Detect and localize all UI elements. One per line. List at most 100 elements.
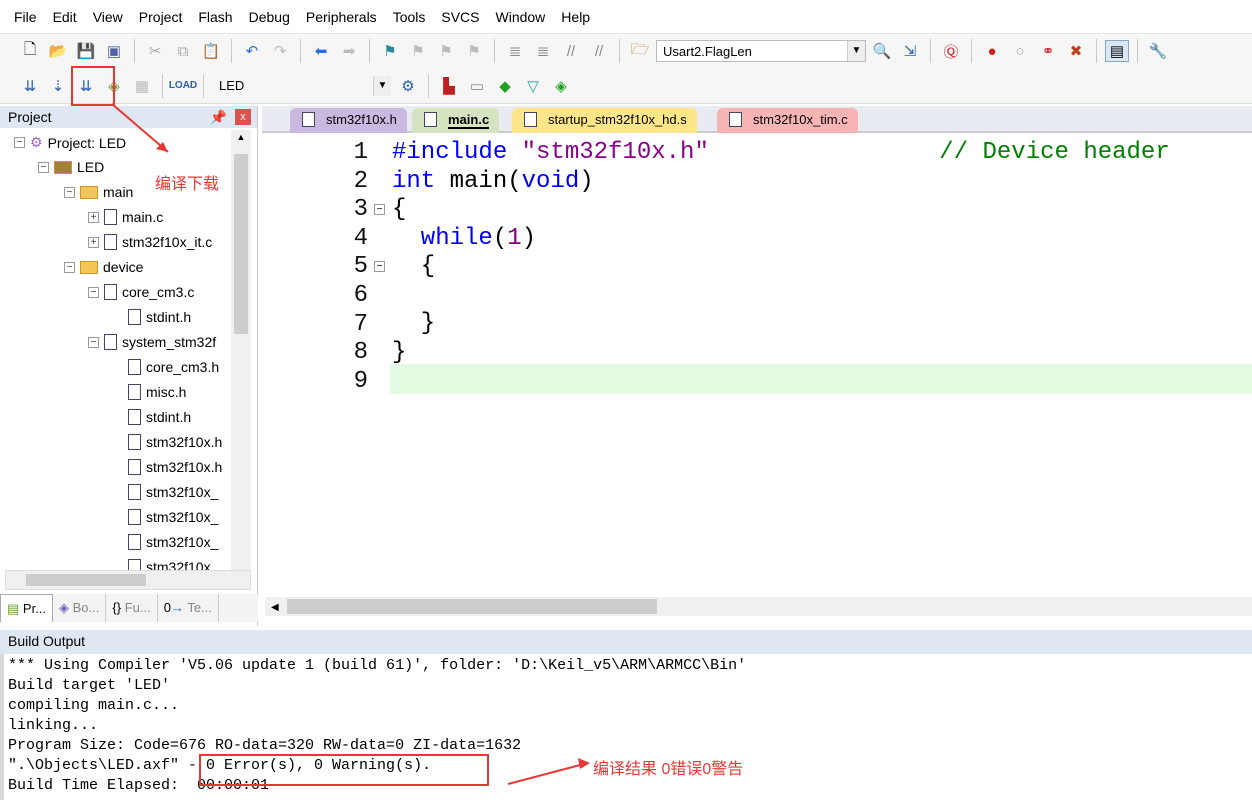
menu-debug[interactable]: Debug xyxy=(241,9,298,25)
tree-item[interactable]: − device xyxy=(64,259,143,275)
undo-icon[interactable]: ↶ xyxy=(240,40,264,62)
tree-item[interactable]: misc.h xyxy=(112,384,186,400)
fold-toggle[interactable]: − xyxy=(374,204,385,215)
tab-startup-stm32f10x-hd-s[interactable]: startup_stm32f10x_hd.s xyxy=(512,108,697,133)
fold-toggle[interactable]: − xyxy=(374,261,385,272)
copy-icon[interactable]: ⧉ xyxy=(171,40,195,62)
window-layout-icon[interactable]: ▤ xyxy=(1105,40,1129,62)
breakpoint-icon[interactable]: ● xyxy=(980,40,1004,62)
menu-peripherals[interactable]: Peripherals xyxy=(298,9,385,25)
tree-item[interactable]: − system_stm32f xyxy=(88,334,216,350)
new-file-icon[interactable]: 🗋 xyxy=(18,40,42,62)
chevron-down-icon[interactable]: ▼ xyxy=(847,41,865,61)
editor-horizontal-scrollbar[interactable]: ◀ xyxy=(265,597,1252,616)
menu-help[interactable]: Help xyxy=(553,9,598,25)
tree-item[interactable]: − main xyxy=(64,184,133,200)
bookmark-icon[interactable]: ⚑ xyxy=(378,40,402,62)
disable-breakpoint-icon[interactable]: ○ xyxy=(1008,40,1032,62)
clear-bookmarks-icon[interactable]: ⚑ xyxy=(462,40,486,62)
tree-item[interactable]: stdint.h xyxy=(112,409,191,425)
menu-window[interactable]: Window xyxy=(488,9,554,25)
manage-project-items-icon[interactable]: ▙ xyxy=(437,75,461,97)
uncomment-icon[interactable]: // xyxy=(587,40,611,62)
tab-stm32f10x-h[interactable]: stm32f10x.h xyxy=(290,108,407,133)
select-packs-icon[interactable]: ▭ xyxy=(465,75,489,97)
tree-item[interactable]: stm32f10x_ xyxy=(112,484,218,500)
tree-item[interactable]: core_cm3.h xyxy=(112,359,219,375)
save-all-icon[interactable]: ▣ xyxy=(102,40,126,62)
tree-item[interactable]: stm32f10x.h xyxy=(112,459,222,475)
line-number: 9 xyxy=(353,367,368,395)
tree-item[interactable]: + stm32f10x_it.c xyxy=(88,234,212,250)
find-in-files-icon[interactable]: 🗁 xyxy=(628,40,652,62)
download-load-icon[interactable]: LOAD xyxy=(169,75,197,97)
tab-templates[interactable]: 0→ Te... xyxy=(158,594,219,622)
back-icon[interactable]: ⬅ xyxy=(309,40,333,62)
redo-icon[interactable]: ↷ xyxy=(268,40,292,62)
menu-svcs[interactable]: SVCS xyxy=(433,9,487,25)
collapse-icon[interactable]: − xyxy=(88,286,99,298)
unindent-icon[interactable]: ≣ xyxy=(531,40,555,62)
software-packs-icon[interactable]: ◈ xyxy=(549,75,573,97)
tree-item[interactable]: stm32f10x.h xyxy=(112,434,222,450)
configure-icon[interactable]: 🔧 xyxy=(1146,40,1170,62)
chevron-down-icon[interactable]: ▼ xyxy=(373,75,391,96)
build-icon[interactable]: ⇣ xyxy=(46,75,70,97)
project-vertical-scrollbar[interactable]: ▲ xyxy=(231,130,251,570)
menu-flash[interactable]: Flash xyxy=(190,9,240,25)
forward-icon[interactable]: ➡ xyxy=(337,40,361,62)
tab-books[interactable]: ◈ Bo... xyxy=(53,594,107,622)
find-combo[interactable]: Usart2.FlagLen ▼ xyxy=(656,40,866,62)
tree-item[interactable]: − ⚙ Project: LED xyxy=(14,134,126,151)
project-horizontal-scrollbar[interactable] xyxy=(5,570,251,590)
incremental-find-icon[interactable]: ⇲ xyxy=(898,40,922,62)
folder-icon xyxy=(80,185,98,199)
find-icon[interactable]: 🔍 xyxy=(870,40,894,62)
tab-stm32f10x-tim-c[interactable]: stm32f10x_tim.c xyxy=(717,108,858,133)
collapse-icon[interactable]: − xyxy=(64,261,75,273)
expand-icon[interactable]: + xyxy=(88,211,99,223)
tree-item[interactable]: stm32f10x_ xyxy=(112,534,218,550)
target-folder-icon xyxy=(54,160,72,174)
paste-icon[interactable]: 📋 xyxy=(199,40,223,62)
cut-icon[interactable]: ✂ xyxy=(143,40,167,62)
disable-all-breakpoints-icon[interactable]: ⚭ xyxy=(1036,40,1060,62)
indent-icon[interactable]: ≣ xyxy=(503,40,527,62)
tree-item[interactable]: − core_cm3.c xyxy=(88,284,194,300)
pack-installer-icon[interactable]: ▽ xyxy=(521,75,545,97)
translate-icon[interactable]: ⇊ xyxy=(18,75,42,97)
code-line-5: { xyxy=(392,253,436,280)
code-editor[interactable]: 123456789 − − #include "stm32f10x.h" // … xyxy=(262,135,1252,595)
menu-file[interactable]: File xyxy=(6,9,45,25)
menu-edit[interactable]: Edit xyxy=(45,9,85,25)
pin-icon[interactable]: 📌 xyxy=(210,109,227,126)
target-options-icon[interactable]: ⚙ xyxy=(396,75,420,97)
tree-item[interactable]: stdint.h xyxy=(112,309,191,325)
target-select[interactable]: LED ▼ xyxy=(212,75,392,97)
tree-item[interactable]: + main.c xyxy=(88,209,163,225)
kill-breakpoints-icon[interactable]: ✖ xyxy=(1064,40,1088,62)
tab-main-c[interactable]: main.c xyxy=(412,108,500,133)
tree-item[interactable]: − LED xyxy=(38,159,104,175)
stop-build-icon[interactable]: ▦ xyxy=(130,75,154,97)
collapse-icon[interactable]: − xyxy=(38,161,49,173)
next-bookmark-icon[interactable]: ⚑ xyxy=(434,40,458,62)
manage-rte-icon[interactable]: ◆ xyxy=(493,75,517,97)
open-icon[interactable]: 📂 xyxy=(46,40,70,62)
expand-icon[interactable]: + xyxy=(88,236,99,248)
close-icon[interactable]: x xyxy=(235,109,251,125)
collapse-icon[interactable]: − xyxy=(14,137,25,148)
menu-tools[interactable]: Tools xyxy=(385,9,434,25)
collapse-icon[interactable]: − xyxy=(88,336,99,348)
save-icon[interactable]: 💾 xyxy=(74,40,98,62)
comment-icon[interactable]: // xyxy=(559,40,583,62)
collapse-icon[interactable]: − xyxy=(64,186,75,198)
debug-session-icon[interactable]: Ⓠ xyxy=(939,40,963,62)
menu-project[interactable]: Project xyxy=(131,9,191,25)
tab-project[interactable]: ▤ Pr... xyxy=(0,594,54,622)
file-icon xyxy=(128,384,141,400)
tree-item[interactable]: stm32f10x_ xyxy=(112,509,218,525)
menu-view[interactable]: View xyxy=(85,9,131,25)
prev-bookmark-icon[interactable]: ⚑ xyxy=(406,40,430,62)
tab-functions[interactable]: {} Fu... xyxy=(106,594,158,622)
